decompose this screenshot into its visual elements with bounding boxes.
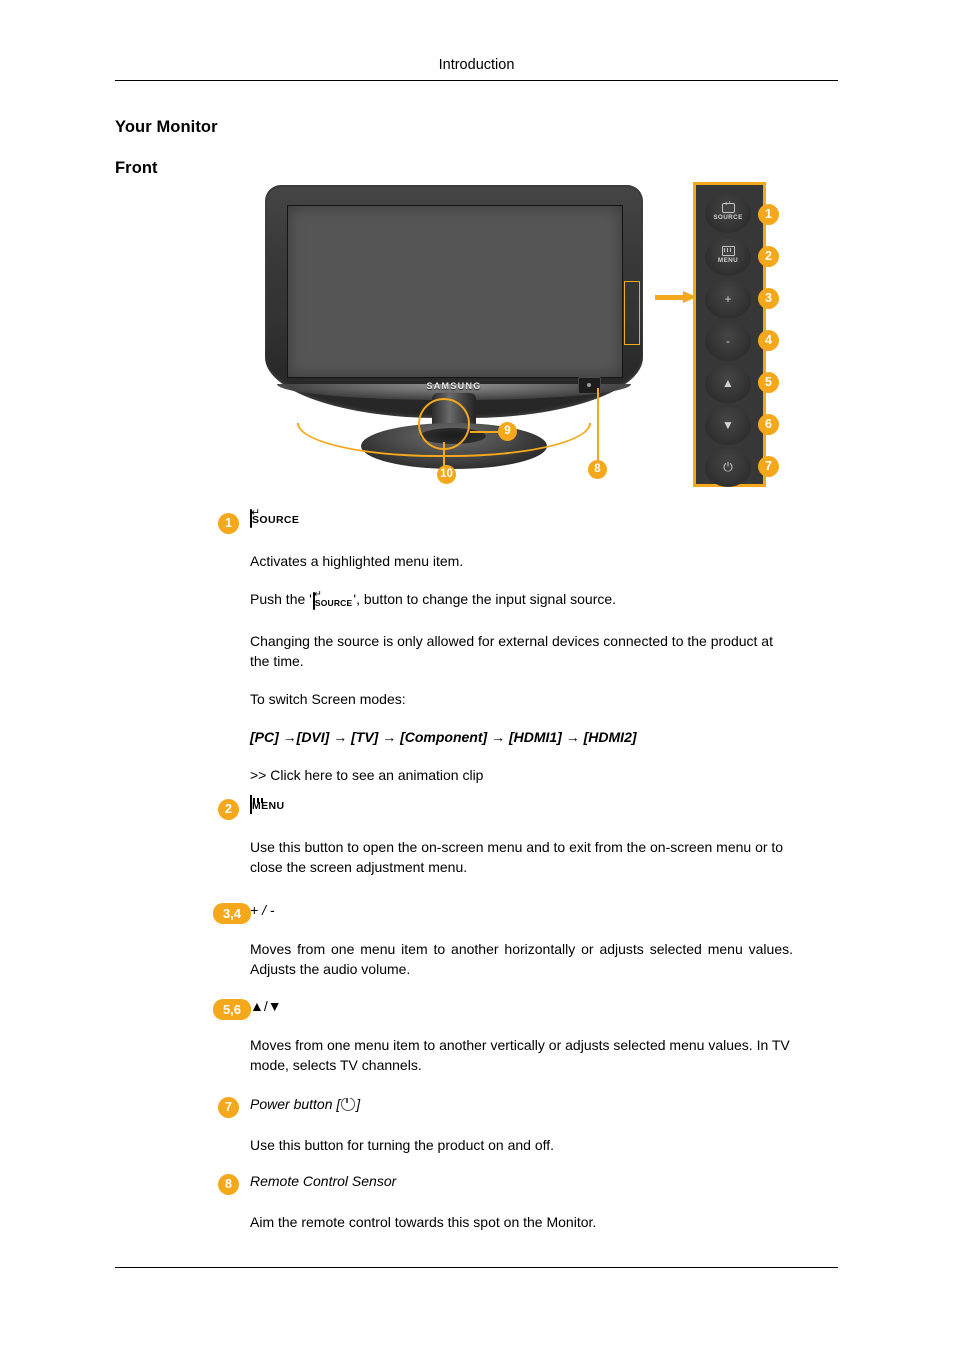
panel-badge-7: 7 [758, 456, 779, 477]
heading-your-monitor: Your Monitor [115, 118, 218, 136]
triangle-up-icon: ▲ [722, 376, 734, 390]
paragraph-changing-source: Changing the source is only allowed for … [250, 633, 773, 669]
menu-icon: MENU [250, 795, 285, 814]
panel-badge-5: 5 [758, 372, 779, 393]
paragraph-menu-desc: Use this button to open the on-screen me… [250, 839, 784, 875]
plus-minus-label: + / - [250, 902, 275, 918]
heading-front: Front [115, 159, 158, 177]
item-source-body: Activates a highlighted menu item. Push … [250, 551, 793, 785]
paragraph-activates: Activates a highlighted menu item. [250, 553, 464, 569]
panel-badge-3: 3 [758, 288, 779, 309]
item-badge-7: 7 [218, 1097, 239, 1118]
screen-modes-sequence: [PC] →[DVI] → [TV] → [Component] → [HDMI… [250, 729, 637, 745]
panel-badge-6: 6 [758, 414, 779, 435]
monitor-screen [287, 205, 623, 378]
item-up-down-body: Moves from one menu item to another vert… [250, 1035, 793, 1075]
source-button-label: SOURCE [713, 214, 743, 221]
item-badge-1: 1 [218, 513, 239, 534]
item-menu-header: 2 MENU [218, 795, 793, 823]
item-up-down: 5,6 ▲/▼ Moves from one menu item to anot… [213, 998, 793, 1075]
push-prefix: Push the ' [250, 591, 312, 607]
power-button[interactable]: ⏻ [705, 449, 751, 487]
plus-icon: + [724, 292, 732, 306]
item-remote-sensor-header: 8 Remote Control Sensor [218, 1173, 793, 1198]
item-plus-minus-body: Moves from one menu item to another hori… [250, 939, 793, 979]
paragraph-push-source: Push the 'SOURCE', button to change the … [250, 589, 793, 613]
monitor-illustration: SAMSUNG [265, 185, 643, 469]
minus-icon: - [726, 334, 730, 348]
power-icon: ⏻ [723, 460, 733, 474]
remote-sensor-label: Remote Control Sensor [250, 1173, 397, 1189]
item-up-down-header: 5,6 ▲/▼ [213, 998, 793, 1023]
footer-divider [115, 1267, 838, 1268]
triangle-down-icon: ▼ [722, 418, 734, 432]
item-menu-body: Use this button to open the on-screen me… [250, 837, 793, 877]
animation-clip-link[interactable]: >> Click here to see an animation clip [250, 765, 793, 785]
item-badge-8: 8 [218, 1174, 239, 1195]
power-button-label: Power button [] [250, 1094, 361, 1112]
control-panel-highlight-box [624, 281, 640, 345]
down-button[interactable]: ▼ [705, 407, 751, 445]
item-source: 1 SOURCE Activates a highlighted menu it… [218, 509, 793, 785]
callout-badge-8: 8 [588, 460, 607, 479]
source-icon: SOURCE [250, 509, 299, 528]
push-suffix: ', button to change the input signal sou… [353, 591, 617, 607]
plus-button[interactable]: + [705, 281, 751, 319]
power-icon [341, 1094, 356, 1111]
control-panel: SOURCE MENU + - ▲ ▼ ⏻ 1 2 3 4 5 6 7 [693, 182, 779, 487]
paragraph-up-down-desc: Moves from one menu item to another vert… [250, 1037, 790, 1073]
item-remote-sensor-body: Aim the remote control towards this spot… [250, 1212, 793, 1232]
up-button[interactable]: ▲ [705, 365, 751, 403]
item-menu: 2 MENU Use this button to open the on-sc… [218, 795, 793, 877]
panel-badge-4: 4 [758, 330, 779, 351]
menu-button[interactable]: MENU [705, 238, 751, 276]
item-source-header: 1 SOURCE [218, 509, 793, 537]
callout-badge-9: 9 [498, 422, 517, 441]
callout-leader-8 [597, 388, 599, 460]
panel-badge-1: 1 [758, 204, 779, 225]
item-plus-minus-header: 3,4 + / - [213, 902, 793, 927]
power-label-post: ] [356, 1096, 361, 1112]
paragraph-switch-modes: To switch Screen modes: [250, 691, 406, 707]
monitor-figure: SAMSUNG 9 10 8 SOURCE MENU + - ▲ [255, 180, 795, 490]
menu-bars-icon [721, 246, 735, 256]
item-badge-5-6: 5,6 [213, 999, 251, 1020]
power-label-pre: Power button [ [250, 1096, 341, 1112]
callout-badge-10: 10 [437, 465, 456, 484]
enter-arrow-icon [721, 199, 735, 213]
panel-badge-2: 2 [758, 246, 779, 267]
header-title: Introduction [438, 57, 515, 73]
inline-source-icon: SOURCE [312, 591, 353, 613]
item-badge-2: 2 [218, 799, 239, 820]
paragraph-plus-minus-desc: Moves from one menu item to another hori… [250, 941, 793, 977]
page-header: Introduction [115, 56, 838, 74]
up-down-label: ▲/▼ [250, 998, 282, 1014]
item-plus-minus: 3,4 + / - Moves from one menu item to an… [213, 902, 793, 979]
paragraph-remote-sensor-desc: Aim the remote control towards this spot… [250, 1214, 597, 1230]
item-power-body: Use this button for turning the product … [250, 1135, 793, 1155]
menu-button-label: MENU [717, 257, 739, 264]
minus-button[interactable]: - [705, 323, 751, 361]
source-button[interactable]: SOURCE [705, 195, 751, 233]
item-remote-sensor: 8 Remote Control Sensor Aim the remote c… [218, 1173, 793, 1232]
item-badge-3-4: 3,4 [213, 903, 251, 924]
item-power-header: 7 Power button [] [218, 1094, 793, 1121]
item-power: 7 Power button [] Use this button for tu… [218, 1094, 793, 1155]
header-divider [115, 80, 838, 81]
paragraph-power-desc: Use this button for turning the product … [250, 1137, 555, 1153]
